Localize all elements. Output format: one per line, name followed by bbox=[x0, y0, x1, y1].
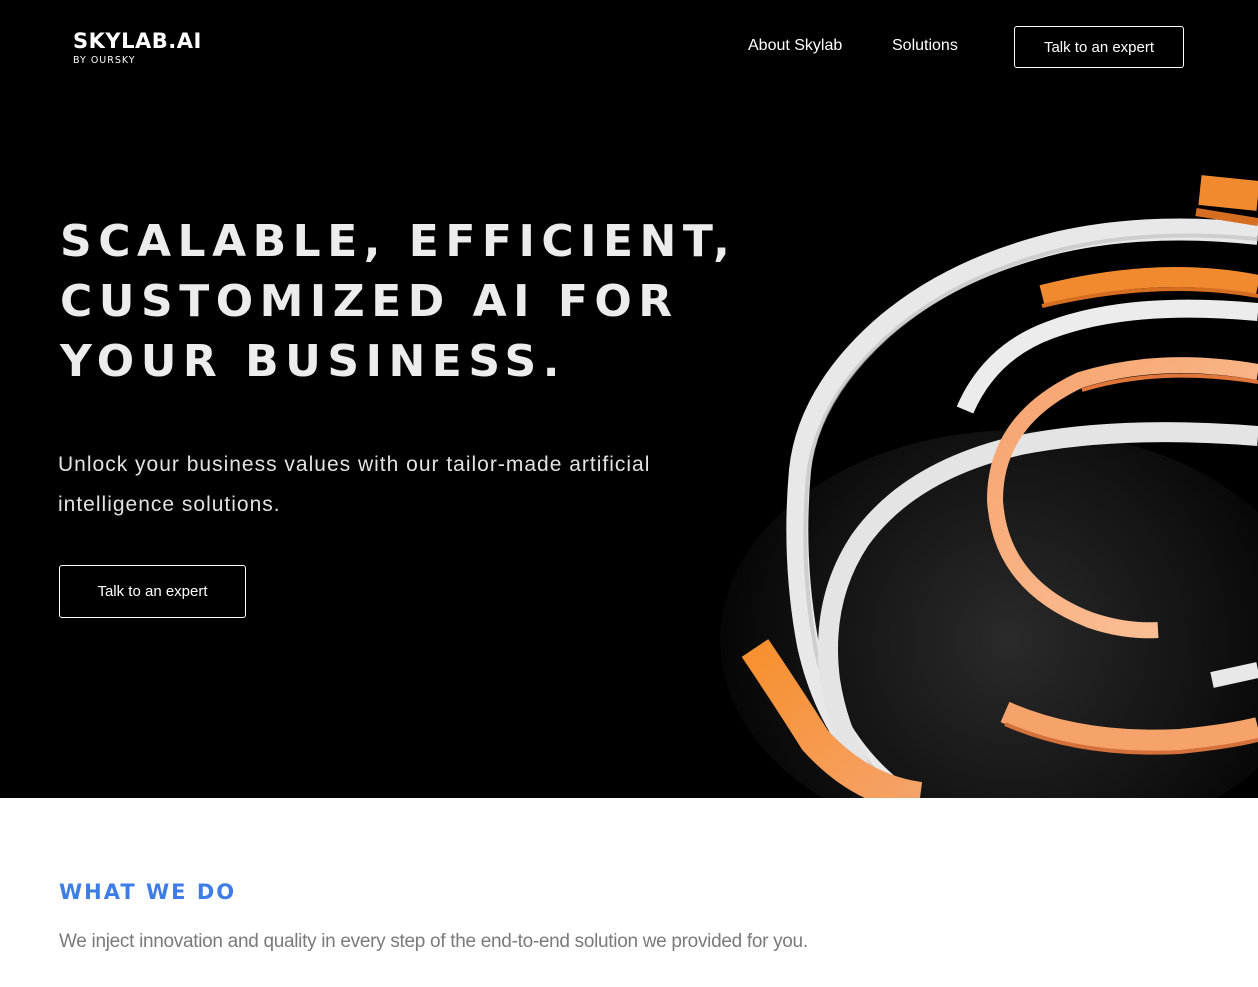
hero-subtitle: Unlock your business values with our tai… bbox=[58, 453, 651, 516]
nav-link-solutions[interactable]: Solutions bbox=[892, 35, 958, 57]
logo-tagline: BY OURSKY bbox=[73, 55, 136, 66]
nav-link-about-skylab[interactable]: About Skylab bbox=[748, 35, 842, 57]
hero-cta-label: Talk to an expert bbox=[97, 583, 208, 600]
header-cta-label: Talk to an expert bbox=[1043, 38, 1155, 56]
hero-title: Scalable, efficient, customized AI for y… bbox=[60, 216, 737, 387]
logo-wordmark: SKYLAB.AI bbox=[73, 29, 202, 53]
what-we-do-heading: What we do bbox=[59, 880, 237, 904]
what-we-do-description: We inject innovation and quality in ever… bbox=[59, 931, 808, 952]
spiral-rings-illustration bbox=[720, 175, 1258, 798]
hero-talk-to-expert-button[interactable]: Talk to an expert bbox=[59, 565, 246, 618]
header-talk-to-expert-button[interactable]: Talk to an expert bbox=[1014, 26, 1184, 68]
hero-section: SKYLAB.AI BY OURSKY About Skylab Solutio… bbox=[0, 0, 1258, 798]
skylab-logo[interactable]: SKYLAB.AI BY OURSKY bbox=[73, 28, 202, 67]
